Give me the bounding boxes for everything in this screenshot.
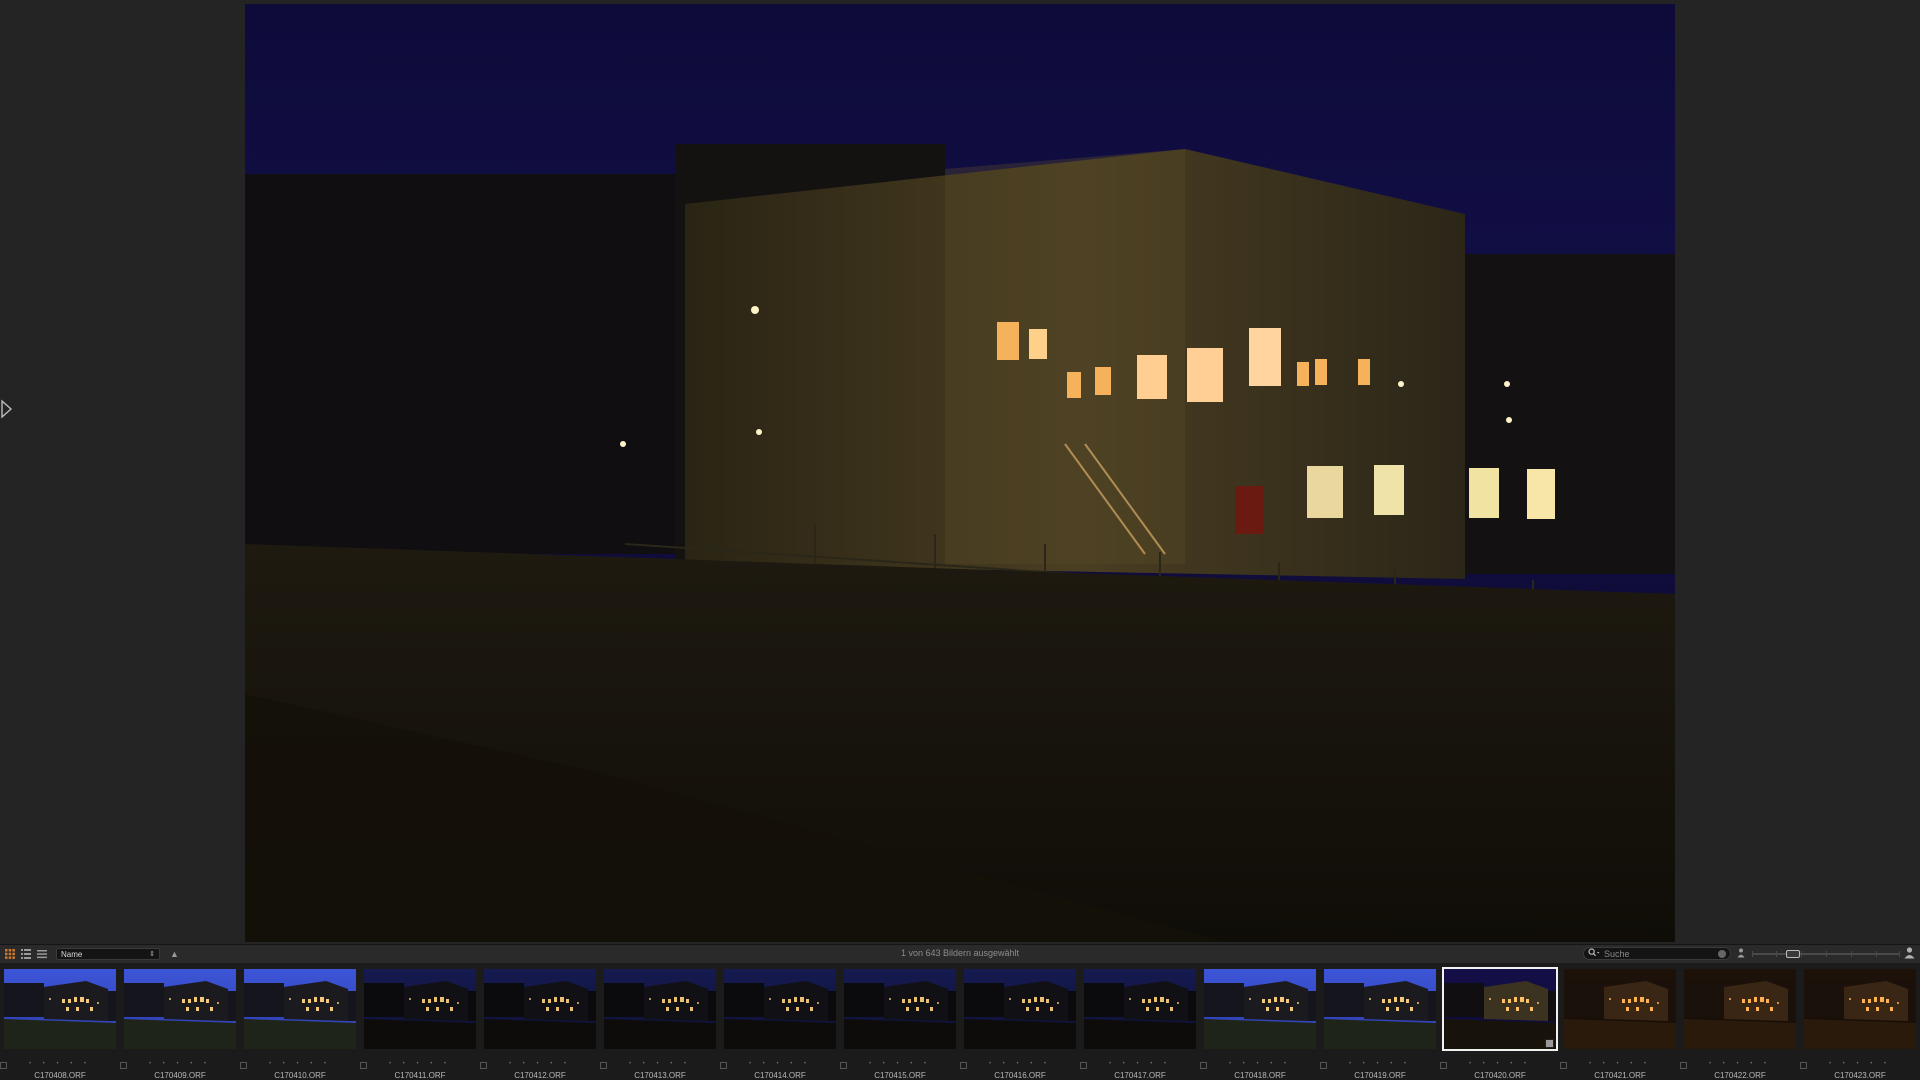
filmstrip-thumbnail[interactable]: • • • • • C170422.ORF — [1680, 963, 1798, 1080]
rating-stars[interactable]: • • • • • — [1320, 1061, 1440, 1067]
image-viewer — [0, 0, 1920, 944]
filmstrip-thumbnail[interactable]: • • • • • C170420.ORF — [1440, 963, 1558, 1080]
rating-stars[interactable]: • • • • • — [1080, 1061, 1200, 1067]
thumbnail-image — [964, 969, 1076, 1049]
rating-stars[interactable]: • • • • • — [0, 1061, 120, 1067]
thumbnail-filename: C170414.ORF — [754, 1071, 806, 1080]
filmstrip-thumbnail[interactable]: • • • • • C170412.ORF — [480, 963, 598, 1080]
thumbnail-image — [244, 969, 356, 1049]
sort-select[interactable]: Name ⇕ — [56, 948, 160, 960]
browser-toolbar: Name ⇕ ▲ 1 von 643 Bildern ausgewählt — [0, 944, 1920, 964]
search-field[interactable] — [1583, 947, 1731, 960]
thumbnail-size-slider[interactable] — [1752, 950, 1900, 958]
rating-stars[interactable]: • • • • • — [960, 1061, 1080, 1067]
thumbnail-filename: C170422.ORF — [1714, 1071, 1766, 1080]
rating-stars[interactable]: • • • • • — [1680, 1061, 1800, 1067]
grid-view-icon[interactable] — [4, 948, 16, 960]
person-icon[interactable] — [1904, 947, 1915, 961]
list-view-icon[interactable] — [20, 948, 32, 960]
rating-stars[interactable]: • • • • • — [1440, 1061, 1560, 1067]
thumbnail-filename: C170418.ORF — [1234, 1071, 1286, 1080]
filmstrip: • • • • • C170408.ORF • • • • • C170409.ORF… — [0, 963, 1920, 1080]
rating-stars[interactable]: • • • • • — [360, 1061, 480, 1067]
sort-select-value: Name — [61, 949, 83, 959]
sort-direction-button[interactable]: ▲ — [170, 949, 179, 959]
slider-thumb[interactable] — [1786, 950, 1800, 958]
thumbnail-image — [1804, 969, 1916, 1049]
filmstrip-thumbnail[interactable]: • • • • • C170413.ORF — [600, 963, 718, 1080]
edit-badge-icon — [1545, 1039, 1554, 1048]
triangle-right-icon[interactable] — [0, 398, 14, 420]
thumbnail-filename: C170410.ORF — [274, 1071, 326, 1080]
search-input[interactable] — [1604, 948, 1714, 959]
thumbnail-filename: C170417.ORF — [1114, 1071, 1166, 1080]
thumbnail-image — [1084, 969, 1196, 1049]
main-photo[interactable] — [245, 4, 1675, 942]
thumbnail-image — [724, 969, 836, 1049]
thumbnail-image — [4, 969, 116, 1049]
thumbnail-image — [484, 969, 596, 1049]
rating-stars[interactable]: • • • • • — [720, 1061, 840, 1067]
thumbnail-filename: C170420.ORF — [1474, 1071, 1526, 1080]
filmstrip-thumbnail[interactable]: • • • • • C170409.ORF — [120, 963, 238, 1080]
filmstrip-thumbnail[interactable]: • • • • • C170416.ORF — [960, 963, 1078, 1080]
thumbnail-image — [1324, 969, 1436, 1049]
thumbnail-image — [604, 969, 716, 1049]
thumbnail-filename: C170421.ORF — [1594, 1071, 1646, 1080]
filmstrip-thumbnail[interactable]: • • • • • C170418.ORF — [1200, 963, 1318, 1080]
thumbnail-image — [1684, 969, 1796, 1049]
filmstrip-thumbnail[interactable]: • • • • • C170408.ORF — [0, 963, 118, 1080]
thumbnail-filename: C170409.ORF — [154, 1071, 206, 1080]
rating-stars[interactable]: • • • • • — [1200, 1061, 1320, 1067]
filmstrip-thumbnail[interactable]: • • • • • C170410.ORF — [240, 963, 358, 1080]
filmstrip-thumbnail[interactable]: • • • • • C170423.ORF — [1800, 963, 1918, 1080]
search-icon — [1588, 948, 1600, 959]
rating-stars[interactable]: • • • • • — [240, 1061, 360, 1067]
filmstrip-thumbnail[interactable]: • • • • • C170419.ORF — [1320, 963, 1438, 1080]
thumbnail-image — [1204, 969, 1316, 1049]
rating-stars[interactable]: • • • • • — [1800, 1061, 1920, 1067]
rating-stars[interactable]: • • • • • — [480, 1061, 600, 1067]
thumbnail-filename: C170408.ORF — [34, 1071, 86, 1080]
thumbnail-image — [364, 969, 476, 1049]
rating-stars[interactable]: • • • • • — [840, 1061, 960, 1067]
thumbnail-filename: C170423.ORF — [1834, 1071, 1886, 1080]
thumbnail-filename: C170415.ORF — [874, 1071, 926, 1080]
columns-view-icon[interactable] — [36, 948, 48, 960]
rating-stars[interactable]: • • • • • — [1560, 1061, 1680, 1067]
filmstrip-thumbnail[interactable]: • • • • • C170417.ORF — [1080, 963, 1198, 1080]
rating-stars[interactable]: • • • • • — [120, 1061, 240, 1067]
rating-stars[interactable]: • • • • • — [600, 1061, 720, 1067]
thumbnail-image — [1442, 967, 1558, 1051]
photo-browser-app: Name ⇕ ▲ 1 von 643 Bildern ausgewählt • … — [0, 0, 1920, 1080]
clear-search-icon[interactable] — [1718, 949, 1726, 958]
thumbnail-filename: C170413.ORF — [634, 1071, 686, 1080]
thumbnail-filename: C170411.ORF — [394, 1071, 446, 1080]
thumbnail-image — [844, 969, 956, 1049]
thumbnail-filename: C170412.ORF — [514, 1071, 566, 1080]
select-arrows-icon: ⇕ — [149, 951, 155, 958]
thumbnail-image — [124, 969, 236, 1049]
person-icon[interactable] — [1737, 948, 1745, 960]
filmstrip-thumbnail[interactable]: • • • • • C170421.ORF — [1560, 963, 1678, 1080]
filmstrip-thumbnail[interactable]: • • • • • C170414.ORF — [720, 963, 838, 1080]
thumbnail-filename: C170419.ORF — [1354, 1071, 1406, 1080]
thumbnail-image — [1564, 969, 1676, 1049]
filmstrip-thumbnail[interactable]: • • • • • C170415.ORF — [840, 963, 958, 1080]
filmstrip-thumbnail[interactable]: • • • • • C170411.ORF — [360, 963, 478, 1080]
thumbnail-filename: C170416.ORF — [994, 1071, 1046, 1080]
